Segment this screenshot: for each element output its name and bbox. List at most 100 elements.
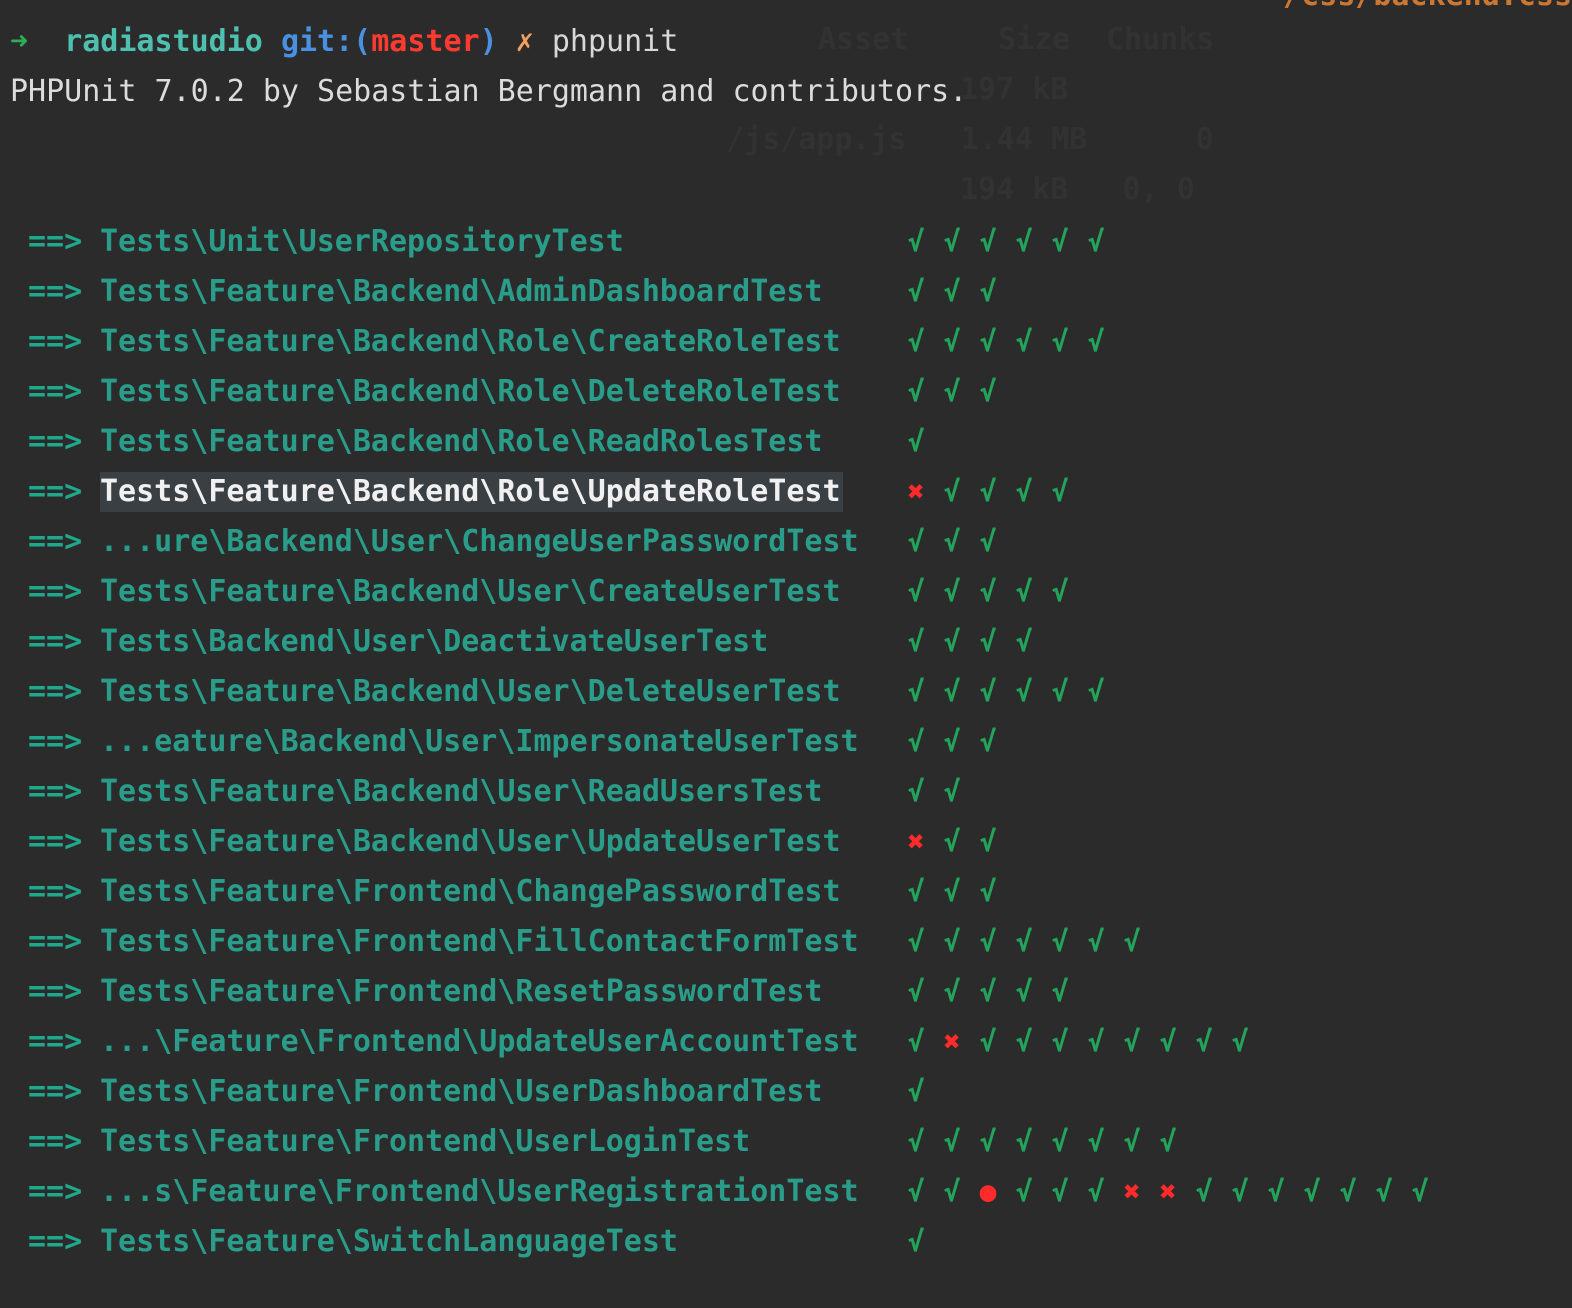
test-class-name: Tests\Feature\Frontend\UserLoginTest	[100, 1124, 751, 1159]
prompt-git-label: git:(	[280, 24, 372, 59]
pass-icon: √	[1087, 675, 1105, 708]
row-prefix: ==>	[28, 474, 83, 509]
pass-icon: √	[1231, 1175, 1249, 1208]
pass-icon: √	[1015, 1175, 1033, 1208]
pass-icon: √	[907, 425, 925, 458]
pass-icon: √	[943, 1175, 961, 1208]
test-class-name: Tests\Backend\User\DeactivateUserTest	[100, 624, 769, 659]
row-prefix: ==>	[28, 1224, 83, 1259]
prompt-arrow-icon: ➜	[10, 24, 29, 59]
row-prefix: ==>	[28, 524, 83, 559]
test-row: ==> ...eature\Backend\User\ImpersonateUse…	[0, 722, 1572, 762]
row-prefix: ==>	[28, 424, 83, 459]
pass-icon: √	[979, 475, 997, 508]
row-prefix: ==>	[28, 924, 83, 959]
ghost-line: 197 kB	[960, 72, 1069, 107]
pass-icon: √	[943, 525, 961, 558]
pass-icon: √	[907, 625, 925, 658]
test-class-name: Tests\Feature\Frontend\ChangePasswordTes…	[100, 874, 841, 909]
pass-icon: √	[1051, 475, 1069, 508]
pass-icon: √	[943, 875, 961, 908]
pass-icon: √	[1051, 675, 1069, 708]
prompt-directory: radiastudio	[64, 24, 263, 59]
pass-icon: √	[1015, 1025, 1033, 1058]
test-class-name: ...\Feature\Frontend\UpdateUserAccountTe…	[100, 1024, 859, 1059]
prompt-command: phpunit	[551, 24, 679, 59]
pass-icon: √	[1087, 1175, 1105, 1208]
pass-icon: √	[907, 225, 925, 258]
pass-icon: √	[907, 325, 925, 358]
pass-icon: √	[1015, 475, 1033, 508]
test-class-name: ...eature\Backend\User\ImpersonateUserTe…	[100, 724, 859, 759]
pass-icon: √	[943, 675, 961, 708]
row-prefix: ==>	[28, 724, 83, 759]
pass-icon: √	[943, 275, 961, 308]
pass-icon: √	[943, 775, 961, 808]
pass-icon: √	[943, 625, 961, 658]
prompt-git-branch: master	[371, 24, 480, 59]
test-row: ==> Tests\Feature\Backend\Role\DeleteRole…	[0, 372, 1572, 412]
row-prefix: ==>	[28, 1024, 83, 1059]
test-class-name: Tests\Feature\Backend\Role\UpdateRoleTes…	[100, 472, 843, 512]
pass-icon: √	[979, 375, 997, 408]
previous-output-snippet: /css/backend.css	[1283, 0, 1572, 13]
test-row: ==> Tests\Feature\Frontend\UserDashboardT…	[0, 1072, 1572, 1112]
test-row: ==> Tests\Feature\Backend\User\ReadUsersT…	[0, 772, 1572, 812]
pass-icon: √	[979, 225, 997, 258]
pass-icon: √	[943, 575, 961, 608]
test-class-name: ...ure\Backend\User\ChangeUserPasswordTe…	[100, 524, 859, 559]
pass-icon: √	[907, 1025, 925, 1058]
pass-icon: √	[907, 1175, 925, 1208]
row-prefix: ==>	[28, 774, 83, 809]
fail-icon: ✖	[907, 825, 925, 858]
pass-icon: √	[1195, 1175, 1213, 1208]
pass-icon: √	[907, 775, 925, 808]
test-class-name: ...s\Feature\Frontend\UserRegistrationTe…	[100, 1174, 859, 1209]
pass-icon: √	[1015, 625, 1033, 658]
test-row: ==> Tests\Feature\Backend\User\UpdateUser…	[0, 822, 1572, 862]
pass-icon: √	[979, 975, 997, 1008]
pass-icon: √	[907, 275, 925, 308]
pass-icon: √	[907, 1075, 925, 1108]
pass-icon: √	[979, 575, 997, 608]
pass-icon: √	[1231, 1025, 1249, 1058]
ghost-header-chunks: Chunks	[1106, 22, 1215, 57]
test-class-name: Tests\Feature\Frontend\UserDashboardTest	[100, 1074, 823, 1109]
pass-icon: √	[979, 825, 997, 858]
row-prefix: ==>	[28, 624, 83, 659]
skip-icon: ●	[979, 1175, 997, 1208]
row-prefix: ==>	[28, 274, 83, 309]
test-row: ==> Tests\Feature\Backend\AdminDashboardT…	[0, 272, 1572, 312]
row-prefix: ==>	[28, 874, 83, 909]
pass-icon: √	[1123, 1025, 1141, 1058]
pass-icon: √	[943, 475, 961, 508]
pass-icon: √	[1087, 1025, 1105, 1058]
test-class-name: Tests\Feature\Backend\AdminDashboardTest	[100, 274, 823, 309]
ghost-header-asset: Asset	[818, 22, 909, 57]
test-row: ==> Tests\Feature\Frontend\FillContactFor…	[0, 922, 1572, 962]
row-prefix: ==>	[28, 574, 83, 609]
pass-icon: √	[1015, 675, 1033, 708]
test-row: ==> Tests\Feature\Frontend\ChangePassword…	[0, 872, 1572, 912]
row-prefix: ==>	[28, 1174, 83, 1209]
pass-icon: √	[1051, 575, 1069, 608]
terminal-window: /css/backend.css Asset Size Chunks 197 k…	[0, 0, 1572, 1308]
pass-icon: √	[907, 575, 925, 608]
pass-icon: √	[979, 675, 997, 708]
pass-icon: √	[1015, 575, 1033, 608]
test-row: ==> Tests\Feature\SwitchLanguageTest √	[0, 1222, 1572, 1262]
pass-icon: √	[943, 975, 961, 1008]
pass-icon: √	[1051, 1025, 1069, 1058]
pass-icon: √	[979, 625, 997, 658]
test-class-name: Tests\Feature\Backend\Role\CreateRoleTes…	[100, 324, 841, 359]
test-class-name: Tests\Feature\Backend\Role\ReadRolesTest	[100, 424, 823, 459]
pass-icon: √	[1087, 325, 1105, 358]
pass-icon: √	[1087, 925, 1105, 958]
ghost-header-size: Size	[998, 22, 1071, 57]
pass-icon: √	[1123, 1125, 1141, 1158]
test-class-name: Tests\Unit\UserRepositoryTest	[100, 224, 624, 259]
pass-icon: √	[943, 925, 961, 958]
shell-prompt: ➜ radiastudio git:(master) ✗ phpunit	[10, 22, 678, 62]
pass-icon: √	[1051, 225, 1069, 258]
test-row: ==> Tests\Backend\User\DeactivateUserTest…	[0, 622, 1572, 662]
